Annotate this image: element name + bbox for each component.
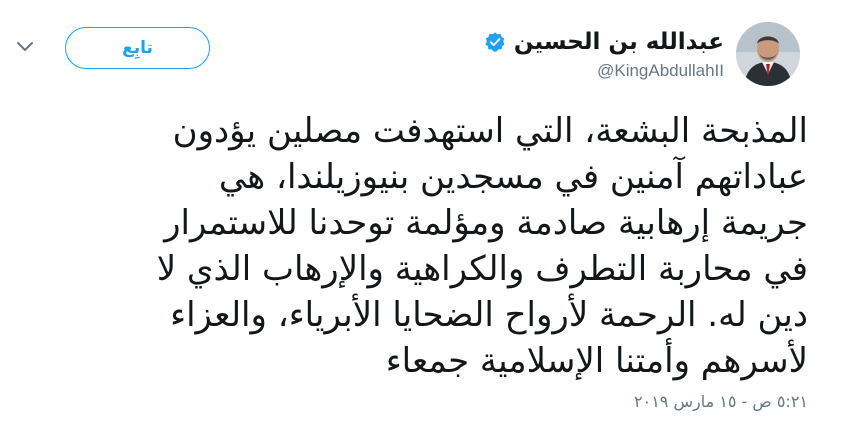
follow-button[interactable]: تابِع — [65, 27, 210, 69]
tweet-text-line: في محاربة التطرف والكراهية والإرهاب الذي… — [156, 249, 808, 289]
tweet-text-line: دين له. الرحمة لأرواح الضحايا الأبرياء، … — [170, 295, 808, 335]
tweet-text: المذبحة البشعة، التي استهدفت مصلين يؤدون… — [33, 108, 808, 384]
verified-badge-icon — [484, 31, 506, 53]
author-names: عبدالله بن الحسين @KingAbdullahII — [484, 20, 724, 82]
display-name-row: عبدالله بن الحسين — [484, 28, 724, 56]
tweet-text-line: لأسرهم وأمتنا الإسلامية جمعاء — [385, 341, 808, 381]
tweet-text-line: المذبحة البشعة، التي استهدفت مصلين يؤدون — [172, 111, 808, 151]
handle[interactable]: @KingAbdullahII — [597, 60, 724, 82]
tweet-card: عبدالله بن الحسين @KingAbdullahII تابِع … — [0, 0, 850, 431]
profile-photo-icon — [736, 22, 800, 86]
follow-button-label: تابِع — [122, 38, 153, 58]
chevron-down-icon[interactable] — [16, 38, 34, 52]
timestamp[interactable]: ٥:٢١ ص - ١٥ مارس ٢٠١٩ — [634, 392, 808, 411]
tweet-text-line: عباداتهم آمنين في مسجدين بنيوزيلندا، هي — [218, 157, 808, 197]
avatar[interactable] — [736, 22, 800, 86]
tweet-text-line: جريمة إرهابية صادمة ومؤلمة توحدنا للاستم… — [164, 203, 808, 243]
tweet-header: عبدالله بن الحسين @KingAbdullahII — [484, 20, 800, 90]
display-name[interactable]: عبدالله بن الحسين — [514, 28, 724, 56]
